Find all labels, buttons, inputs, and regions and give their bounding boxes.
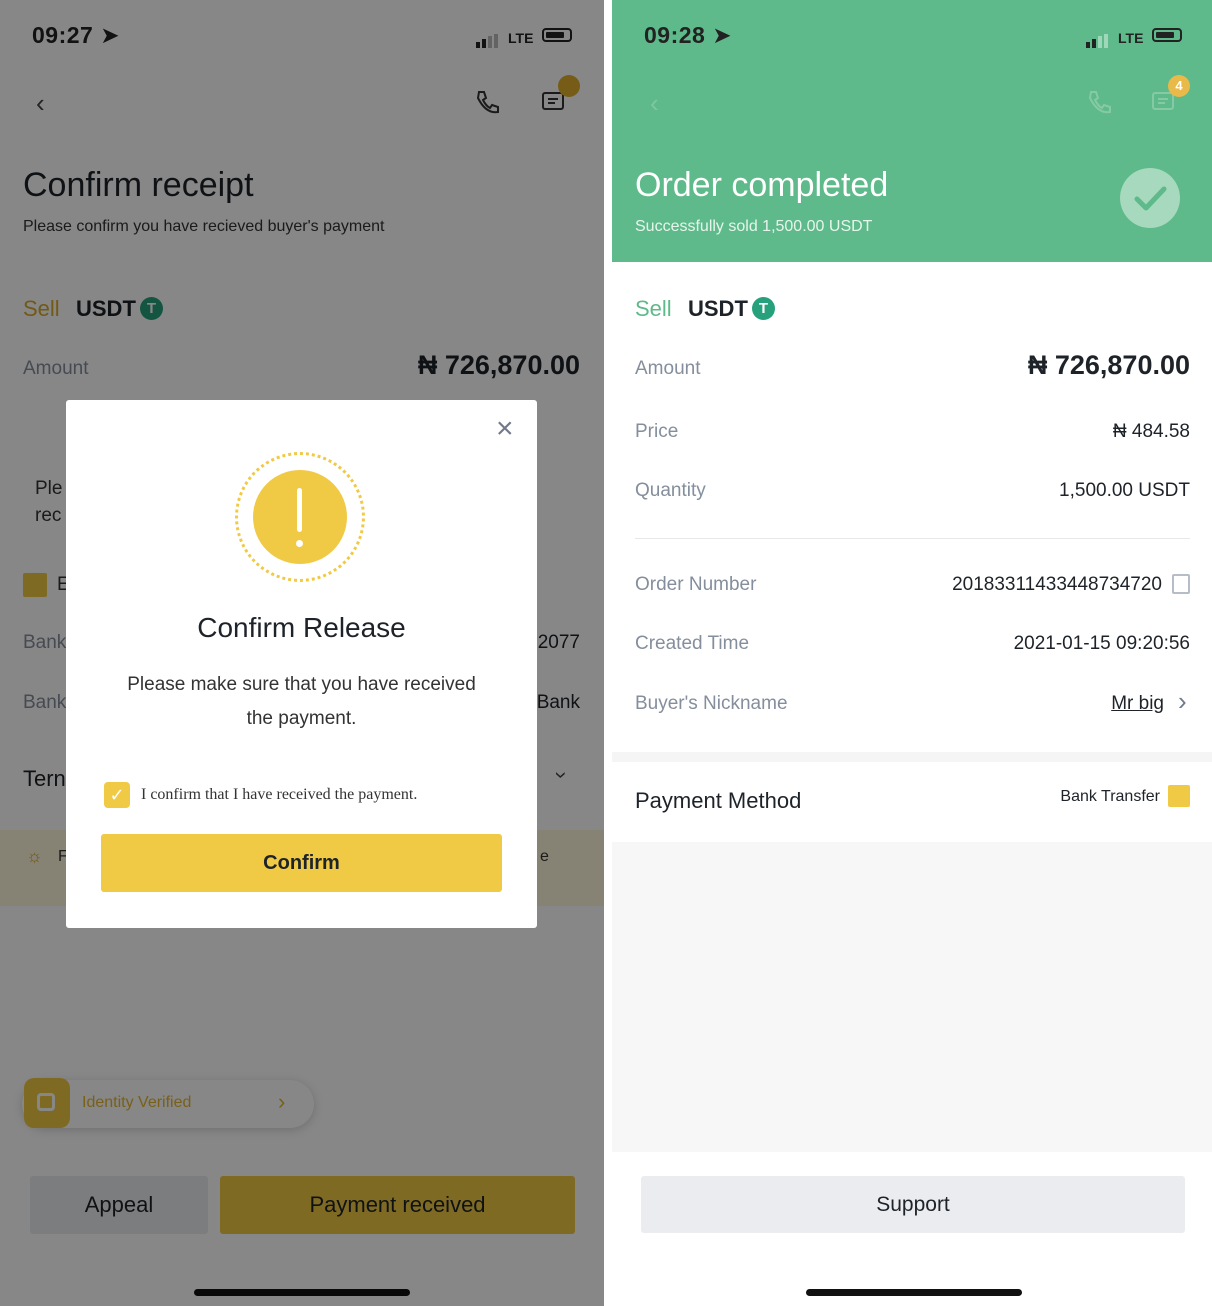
amount-value: ₦ 726,870.00 — [1027, 350, 1190, 380]
page-subtitle: Successfully sold 1,500.00 USDT — [635, 218, 873, 235]
confirm-checkbox[interactable]: ✓ — [104, 782, 130, 808]
dialog-title: Confirm Release — [197, 612, 406, 643]
order-number-label: Order Number — [635, 574, 757, 595]
price-value: ₦ 484.58 — [1112, 421, 1190, 442]
dialog-message-line1: Please make sure that you have received — [127, 674, 476, 695]
support-button[interactable]: Support — [641, 1176, 1185, 1233]
divider — [635, 538, 1190, 539]
created-time-value: 2021-01-15 09:20:56 — [1013, 633, 1190, 654]
warning-icon — [253, 470, 347, 564]
check-circle-icon — [1120, 168, 1180, 228]
quantity-value: 1,500.00 USDT — [1059, 480, 1190, 501]
price-label: Price — [635, 421, 679, 442]
phone-call-icon[interactable] — [1086, 88, 1114, 116]
page-title: Order completed — [635, 166, 889, 204]
section-gap — [612, 752, 1212, 762]
dialog-message-line2: the payment. — [246, 708, 357, 729]
buyer-nickname-label: Buyer's Nickname — [635, 693, 788, 714]
empty-area — [612, 842, 1212, 1152]
payment-method-label: Payment Method — [635, 788, 802, 813]
amount-label: Amount — [635, 358, 701, 379]
back-icon[interactable]: ‹ — [650, 88, 659, 119]
battery-icon — [1152, 28, 1182, 42]
tether-icon: T — [752, 297, 775, 320]
close-icon[interactable]: × — [496, 414, 514, 444]
buyer-nickname-link[interactable]: Mr big — [1111, 693, 1164, 715]
quantity-label: Quantity — [635, 480, 706, 501]
signal-icon — [1086, 30, 1110, 48]
screenshot-divider — [604, 0, 612, 1306]
created-time-label: Created Time — [635, 633, 750, 654]
confirm-checkbox-label[interactable]: I confirm that I have received the payme… — [141, 786, 417, 804]
right-screen: 09:28 ➤ LTE ‹ 4 Order completed Successf… — [612, 0, 1212, 1306]
trade-side: Sell — [635, 296, 672, 321]
home-indicator — [806, 1289, 1022, 1296]
status-time: 09:28 ➤ — [644, 22, 732, 48]
asset-name: USDT — [688, 296, 748, 321]
payment-method-value: Bank Transfer — [1060, 788, 1160, 805]
bank-card-icon — [1168, 785, 1190, 807]
chevron-right-icon[interactable]: › — [1178, 686, 1187, 717]
network-label: LTE — [1118, 30, 1144, 46]
copy-icon[interactable] — [1172, 574, 1190, 594]
notification-badge: 4 — [1168, 75, 1190, 97]
confirm-release-dialog: × Confirm Release Please make sure that … — [66, 400, 537, 928]
order-number-value: 20183311433448734720 — [952, 574, 1162, 595]
left-screen: 09:27 ➤ LTE ‹ Confirm receipt Please con… — [0, 0, 604, 1306]
confirm-button[interactable]: Confirm — [101, 834, 502, 892]
